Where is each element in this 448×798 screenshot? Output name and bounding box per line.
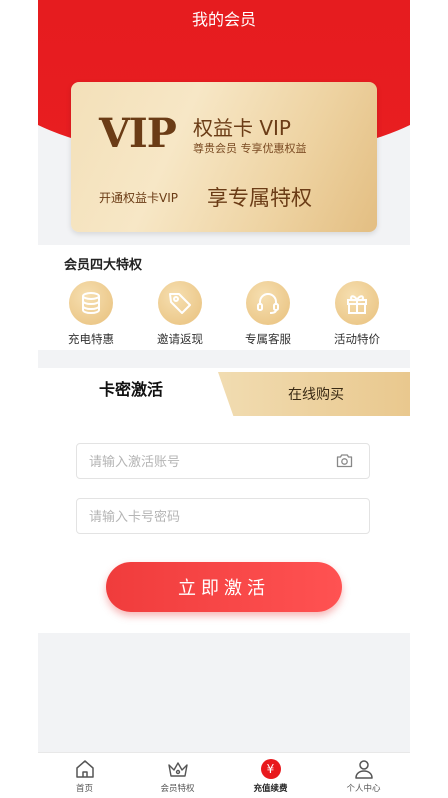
tab-profile[interactable]: 个人中心 xyxy=(317,757,410,794)
tab-label: 会员特权 xyxy=(160,784,195,794)
yen-icon: ¥ xyxy=(224,757,317,781)
vip-card-subtitle: 尊贵会员 专享优惠权益 xyxy=(193,142,307,155)
perk-service[interactable]: 专属客服 xyxy=(233,281,303,347)
page-title: 我的会员 xyxy=(191,10,256,29)
header-banner: 我的会员 VIP 权益卡 VIP 尊贵会员 专享优惠权益 开通权益卡VIP 享专… xyxy=(38,0,410,245)
perk-events[interactable]: 活动特价 xyxy=(322,281,392,347)
perk-charging[interactable]: 充电特惠 xyxy=(56,281,126,347)
card-password-input[interactable] xyxy=(87,499,321,535)
vip-card[interactable]: VIP 权益卡 VIP 尊贵会员 专享优惠权益 开通权益卡VIP 享专属特权 xyxy=(71,82,377,232)
perk-label: 邀请返现 xyxy=(157,332,203,346)
bottom-tab-bar: 首页 会员特权 ¥ 充值续费 个人中心 xyxy=(38,752,410,798)
vip-privilege-text: 享专属特权 xyxy=(207,186,312,210)
vip-open-text: 开通权益卡VIP xyxy=(99,191,178,205)
crown-icon xyxy=(131,757,224,781)
tab-member-privileges[interactable]: 会员特权 xyxy=(131,757,224,794)
tab-label: 首页 xyxy=(75,784,93,794)
perks-title: 会员四大特权 xyxy=(64,258,143,273)
perk-label: 专属客服 xyxy=(245,332,291,346)
tab-recharge[interactable]: ¥ 充值续费 xyxy=(224,757,317,794)
activation-panel: 卡密激活 在线购买 立即激活 xyxy=(38,368,410,633)
tab-label: 充值续费 xyxy=(253,784,288,794)
yen-glyph: ¥ xyxy=(260,759,281,779)
activate-button[interactable]: 立即激活 xyxy=(106,562,342,612)
coins-icon xyxy=(69,281,113,325)
tab-online-purchase[interactable]: 在线购买 xyxy=(218,372,410,416)
perk-label: 充电特惠 xyxy=(68,332,114,346)
account-field xyxy=(76,443,370,480)
vip-logo: VIP xyxy=(99,110,177,157)
perk-label: 活动特价 xyxy=(334,332,380,346)
password-field xyxy=(76,498,370,535)
tab-label: 个人中心 xyxy=(346,784,381,794)
perks-section: 会员四大特权 充电特惠 邀请返现 专属客服 活动特价 xyxy=(38,245,410,350)
tab-online-purchase-label: 在线购买 xyxy=(288,387,344,403)
tab-card-activation[interactable]: 卡密激活 xyxy=(38,368,224,416)
perk-invite[interactable]: 邀请返现 xyxy=(145,281,215,347)
tag-icon xyxy=(158,281,202,325)
account-input[interactable] xyxy=(87,444,321,480)
gift-icon xyxy=(335,281,379,325)
vip-card-name: 权益卡 VIP xyxy=(193,116,291,140)
user-icon xyxy=(317,757,410,781)
headset-icon xyxy=(246,281,290,325)
tab-home[interactable]: 首页 xyxy=(38,757,131,794)
home-icon xyxy=(38,757,131,781)
app-screen: 我的会员 VIP 权益卡 VIP 尊贵会员 专享优惠权益 开通权益卡VIP 享专… xyxy=(38,0,410,798)
camera-icon[interactable] xyxy=(336,453,353,472)
